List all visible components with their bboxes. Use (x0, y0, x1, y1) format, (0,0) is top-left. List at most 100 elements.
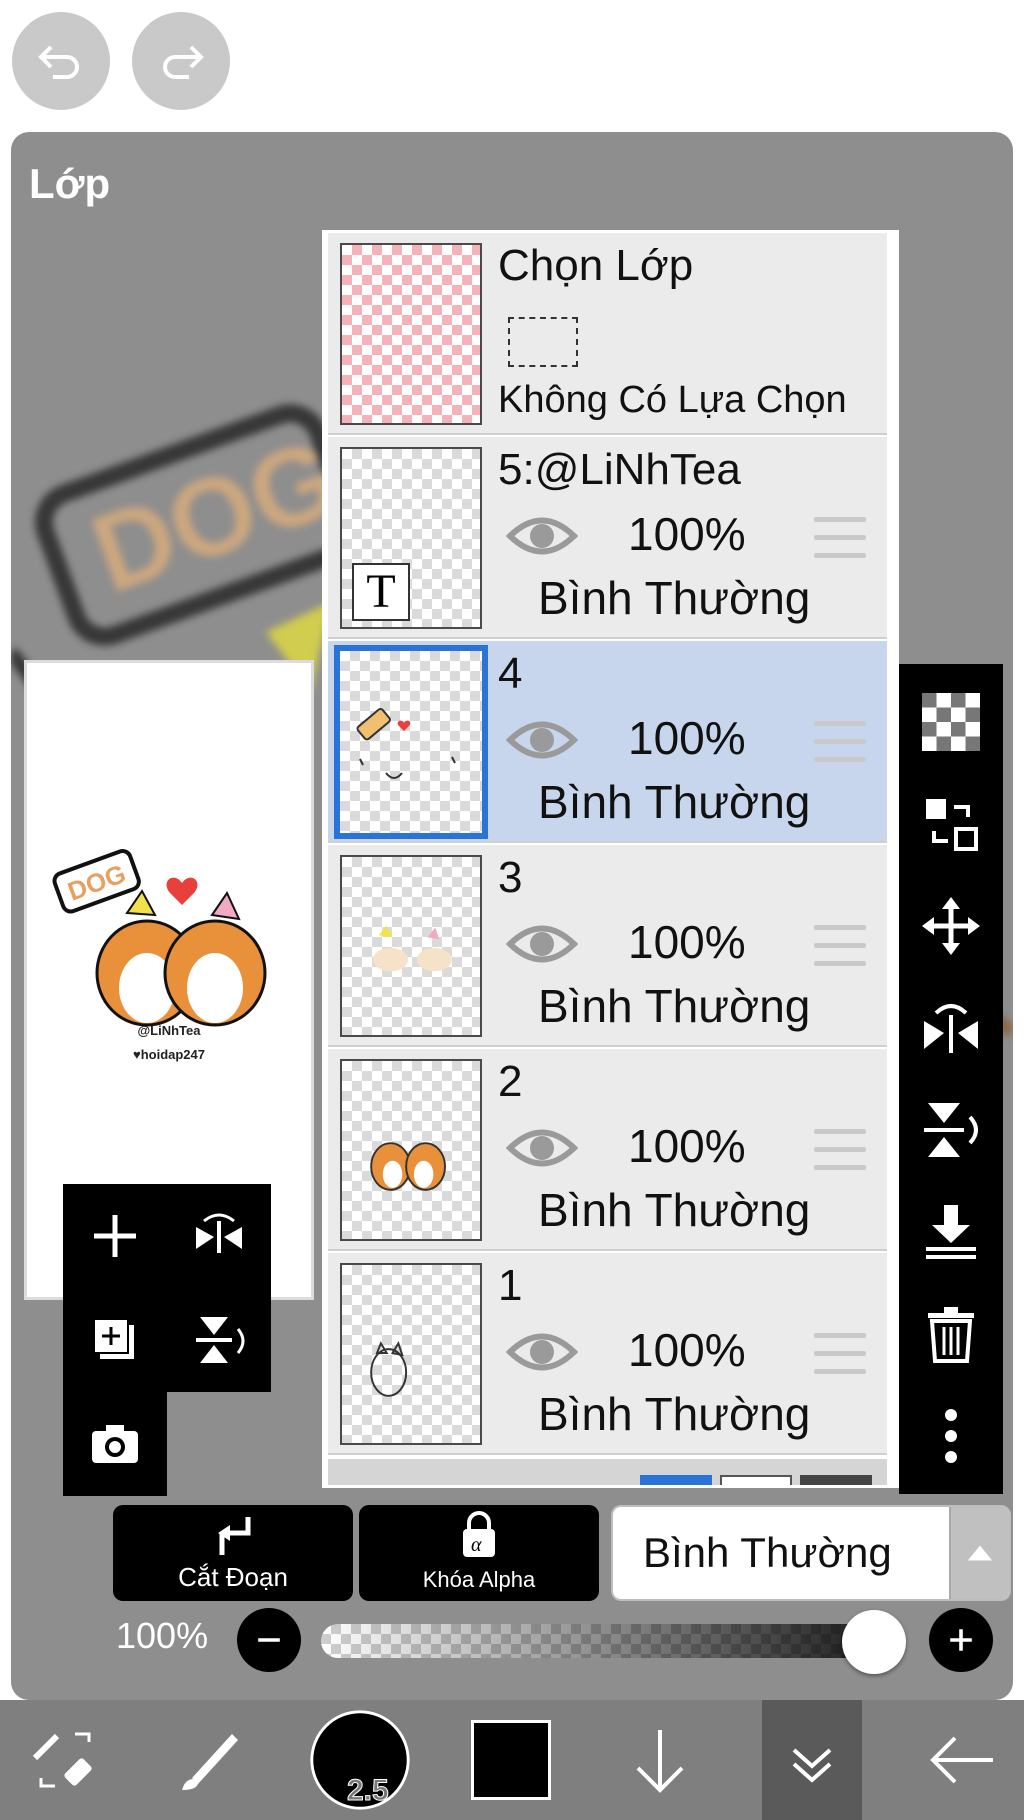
preview-watermark-2: ♥hoidap247 (132, 1047, 205, 1062)
layer-row[interactable]: 3 100% Bình Thường (328, 845, 887, 1047)
trash-icon (928, 1307, 974, 1363)
layer-opacity: 100% (628, 1324, 746, 1376)
layer-row[interactable]: T 5:@LiNhTea 100% Bình Thường (328, 437, 887, 639)
layer-thumbnail: T (340, 447, 482, 629)
transparent-layer-button[interactable] (899, 672, 1003, 772)
layer-thumb-art (373, 925, 452, 972)
drag-handle-icon[interactable] (814, 721, 866, 767)
merge-down-icon (926, 1205, 976, 1259)
redo-icon (163, 45, 204, 79)
drag-handle-icon[interactable] (814, 925, 866, 971)
preview-illustration: DOG (52, 849, 267, 1027)
bottom-toolbar: 2.5 (0, 1700, 1024, 1820)
checkerboard-icon (922, 693, 980, 751)
drag-handle-icon[interactable] (814, 517, 866, 563)
flip-vertical-layer-button[interactable] (899, 1080, 1003, 1180)
add-layer-button[interactable] (63, 1184, 167, 1288)
layer-blend-mode: Bình Thường (538, 1388, 811, 1440)
flip-horizontal-icon (196, 1213, 242, 1253)
color-button[interactable] (456, 1700, 566, 1820)
alpha-lock-icon: α (463, 1511, 495, 1557)
eye-icon[interactable] (506, 1327, 578, 1377)
eye-icon[interactable] (506, 1123, 578, 1173)
layer-opacity: 100% (628, 712, 746, 764)
layers-list[interactable]: Chọn Lớp Không Có Lựa Chọn T 5:@LiNhTea … (322, 230, 899, 1488)
plus-icon (94, 1215, 136, 1257)
layer-blend-mode: Bình Thường (538, 980, 811, 1032)
layer-tools-toolbar (899, 664, 1003, 1494)
layer-thumbnail (340, 1263, 482, 1445)
delete-layer-button[interactable] (899, 1284, 1003, 1384)
layer-name: 2 (498, 1057, 523, 1106)
color-swatch (471, 1720, 551, 1800)
layer-panel: Lớp DOG DOG @LiNhTea ♥hoidap247 Chọn Lớp… (11, 132, 1013, 1700)
minus-icon (258, 1638, 280, 1642)
flip-vertical-button[interactable] (167, 1288, 271, 1392)
opacity-decrease-button[interactable] (237, 1608, 301, 1672)
opacity-increase-button[interactable] (929, 1608, 993, 1672)
more-options-button[interactable] (899, 1386, 1003, 1486)
eye-icon[interactable] (506, 511, 578, 561)
layer-opacity: 100% (628, 1120, 746, 1172)
opacity-label: 100% (116, 1615, 209, 1656)
flip-vertical-icon (924, 1103, 978, 1157)
layer-row[interactable]: 1 100% Bình Thường (328, 1253, 887, 1455)
selection-marquee-icon (508, 317, 578, 367)
arrow-left-icon (930, 1736, 993, 1784)
flip-horizontal-button[interactable] (167, 1184, 271, 1288)
swap-layer-button[interactable] (899, 774, 1003, 874)
brush-size-button[interactable]: 2.5 (305, 1700, 415, 1820)
layer-row[interactable]: 2 100% Bình Thường (328, 1049, 887, 1251)
clipping-button[interactable]: Cắt Đoạn (113, 1505, 353, 1601)
drag-handle-icon[interactable] (814, 1129, 866, 1175)
flip-horizontal-layer-button[interactable] (899, 978, 1003, 1078)
plus-icon (950, 1629, 972, 1651)
brush-icon (182, 1734, 238, 1790)
move-button[interactable] (899, 876, 1003, 976)
redo-button[interactable] (132, 12, 230, 110)
undo-icon (38, 45, 79, 79)
layer-down-button[interactable] (605, 1700, 715, 1820)
layer-thumbnail (340, 855, 482, 1037)
undo-button[interactable] (12, 12, 110, 110)
camera-button[interactable] (63, 1392, 167, 1496)
layer-panel-toggle-button[interactable] (762, 1700, 862, 1820)
flip-horizontal-icon (924, 1004, 978, 1053)
brush-eraser-switch-icon (32, 1732, 92, 1788)
layer-row-selection[interactable]: Chọn Lớp Không Có Lựa Chọn (328, 233, 887, 435)
layer-thumbnail (340, 243, 482, 425)
layer-blend-mode: Bình Thường (538, 776, 811, 828)
eye-icon[interactable] (506, 715, 578, 765)
layer-row-selected[interactable]: 4 100% Bình Thường (328, 641, 887, 843)
layer-opacity: 100% (628, 916, 746, 968)
flip-vertical-icon (196, 1317, 245, 1363)
tool-switch-button[interactable] (10, 1700, 120, 1820)
blend-mode-select[interactable]: Bình Thường (611, 1505, 1011, 1601)
svg-text:α: α (471, 1534, 482, 1556)
alpha-lock-button[interactable]: α Khóa Alpha (359, 1505, 599, 1601)
merge-down-button[interactable] (899, 1182, 1003, 1282)
layer-thumb-art (356, 708, 456, 779)
layer-name: 4 (498, 649, 523, 698)
double-chevron-down-icon (792, 1748, 832, 1783)
move-icon (922, 897, 980, 955)
drag-handle-icon[interactable] (814, 1333, 866, 1379)
bg-dog-letters: DOG (77, 415, 355, 616)
clipping-label: Cắt Đoạn (178, 1562, 288, 1592)
opacity-slider-track[interactable] (321, 1624, 886, 1658)
layer-thumbnail (340, 1059, 482, 1241)
eye-icon[interactable] (506, 919, 578, 969)
layer-thumb-art (370, 1340, 408, 1397)
opacity-slider-knob[interactable] (842, 1610, 906, 1674)
duplicate-layer-button[interactable] (63, 1288, 167, 1392)
arrow-down-icon (636, 1730, 684, 1793)
swap-icon (926, 799, 978, 851)
panel-title: Lớp (29, 160, 111, 207)
brush-tool-button[interactable] (155, 1700, 265, 1820)
layer-thumb-art (370, 1142, 446, 1191)
back-button[interactable] (908, 1700, 1018, 1820)
alpha-lock-label: Khóa Alpha (422, 1567, 536, 1592)
text-layer-icon: T (352, 563, 410, 621)
brush-size-value: 2.5 (347, 1774, 390, 1808)
layer-list-scroll-edge (328, 1459, 887, 1485)
